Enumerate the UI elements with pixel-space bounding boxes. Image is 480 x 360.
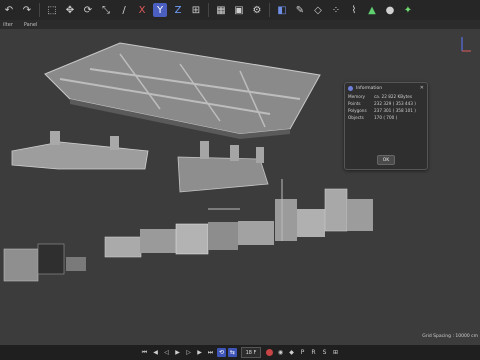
- light-icon[interactable]: ✦: [401, 3, 415, 17]
- goto-end-icon[interactable]: ⏭: [206, 348, 215, 357]
- range-icon[interactable]: ⇆: [228, 348, 237, 357]
- prev-frame-icon[interactable]: ◁: [162, 348, 171, 357]
- cloner-icon[interactable]: ⁘: [329, 3, 343, 17]
- timeline-controls: ⏮ ◀ ◁ ▶ ▷ ▶ ⏭ ⟲ ⇆ 18 F ◉ ◆ P R S ⊞: [0, 345, 480, 360]
- wall-hood-left-model: [11, 131, 149, 170]
- key-rotation-icon[interactable]: R: [309, 348, 318, 357]
- toolbar-separator: [269, 3, 270, 17]
- record-icon[interactable]: [266, 349, 273, 356]
- menu-filter[interactable]: ilter: [3, 22, 13, 28]
- cube-icon[interactable]: ◧: [275, 3, 289, 17]
- next-frame-icon[interactable]: ▷: [184, 348, 193, 357]
- axis-gizmo-icon: [461, 37, 471, 52]
- dialog-titlebar: Information ✕: [345, 83, 427, 93]
- scene-render: [3, 42, 373, 282]
- ok-button[interactable]: OK: [377, 155, 395, 165]
- x-axis-icon[interactable]: X: [135, 3, 149, 17]
- render-view-icon[interactable]: ▣: [232, 3, 246, 17]
- selection-icon[interactable]: ⬚: [45, 3, 59, 17]
- rotate-icon[interactable]: ⟳: [81, 3, 95, 17]
- ceiling-hood-model: [44, 42, 321, 139]
- toolbar-separator: [39, 3, 40, 17]
- dialog-title: Information: [356, 85, 383, 91]
- grid-spacing-label: Grid Spacing : 10000 cm: [422, 334, 478, 339]
- info-row-polygons: Polygons 237 301 ( 358 101 ): [345, 107, 427, 114]
- info-key: Objects: [348, 115, 364, 120]
- info-row-objects: Objects 170 ( 700 ): [345, 114, 427, 121]
- goto-start-icon[interactable]: ⏮: [140, 348, 149, 357]
- scale-icon[interactable]: ⤡: [99, 3, 113, 17]
- render-settings-icon[interactable]: ⚙: [250, 3, 264, 17]
- environment-icon[interactable]: ▲: [365, 3, 379, 17]
- move-icon[interactable]: ✥: [63, 3, 77, 17]
- close-icon[interactable]: ✕: [420, 85, 424, 91]
- y-axis-icon[interactable]: Y: [153, 3, 167, 17]
- autokey-icon[interactable]: ◉: [276, 348, 285, 357]
- toolbar-separator: [208, 3, 209, 17]
- brush-icon[interactable]: /: [117, 3, 131, 17]
- subdivision-icon[interactable]: ◇: [311, 3, 325, 17]
- kitchen-equipment-line: [3, 179, 373, 282]
- prev-key-icon[interactable]: ◀: [151, 348, 160, 357]
- key-scale-icon[interactable]: S: [320, 348, 329, 357]
- info-value: ca. 22 822 KBytes: [374, 94, 413, 99]
- coordinate-system-icon[interactable]: ⊞: [189, 3, 203, 17]
- app-logo-icon: [348, 85, 353, 91]
- key-param-icon[interactable]: ⊞: [331, 348, 340, 357]
- next-key-icon[interactable]: ▶: [195, 348, 204, 357]
- redo-icon[interactable]: ↷: [20, 3, 34, 17]
- 3d-viewport[interactable]: Grid Spacing : 10000 cm Information ✕ Me…: [0, 29, 480, 345]
- loop-icon[interactable]: ⟲: [217, 348, 226, 357]
- information-dialog: Information ✕ Memory ca. 22 822 KBytes P…: [344, 82, 428, 170]
- keyframe-icon[interactable]: ◆: [287, 348, 296, 357]
- camera-icon[interactable]: ●: [383, 3, 397, 17]
- info-row-points: Points 232 329 ( 353 443 ): [345, 100, 427, 107]
- pen-icon[interactable]: ✎: [293, 3, 307, 17]
- deformer-icon[interactable]: ⌇: [347, 3, 361, 17]
- info-key: Polygons: [348, 108, 367, 113]
- info-value: 170 ( 700 ): [374, 115, 398, 120]
- info-key: Memory: [348, 94, 366, 99]
- render-region-icon[interactable]: ▦: [214, 3, 228, 17]
- viewport-menubar: ilter Panel: [0, 20, 480, 29]
- key-position-icon[interactable]: P: [298, 348, 307, 357]
- play-icon[interactable]: ▶: [173, 348, 182, 357]
- info-row-memory: Memory ca. 22 822 KBytes: [345, 93, 427, 100]
- undo-icon[interactable]: ↶: [2, 3, 16, 17]
- wall-hood-center-model: [177, 141, 269, 193]
- info-value: 237 301 ( 358 101 ): [374, 108, 416, 113]
- current-frame-field[interactable]: 18 F: [241, 347, 261, 358]
- info-key: Points: [348, 101, 361, 106]
- z-axis-icon[interactable]: Z: [171, 3, 185, 17]
- info-value: 232 329 ( 353 443 ): [374, 101, 416, 106]
- menu-panel[interactable]: Panel: [24, 22, 38, 28]
- main-toolbar: ↶ ↷ ⬚ ✥ ⟳ ⤡ / X Y Z ⊞ ▦ ▣ ⚙ ◧ ✎ ◇ ⁘ ⌇ ▲ …: [0, 0, 480, 20]
